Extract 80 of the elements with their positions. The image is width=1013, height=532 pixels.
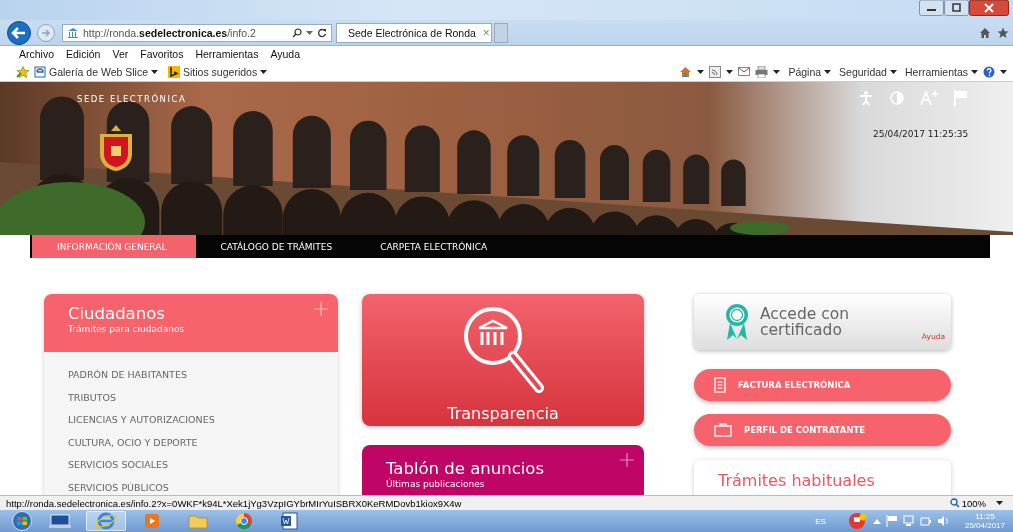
menu-item[interactable]: Edición	[66, 48, 101, 60]
command-menu[interactable]: Página	[788, 65, 832, 78]
command-label: Seguridad	[839, 65, 887, 78]
status-url: http://ronda.sedelectronica.es/info.2?x=0WKF*k94L*Xek1jYg3VzpIGYbrMIrYuISBRX0KeRMDovb1kiox9X4w	[6, 497, 463, 509]
print-icon[interactable]	[755, 65, 769, 78]
category-link[interactable]: SERVICIOS PÚBLICOS	[68, 480, 314, 495]
refresh-icon[interactable]	[317, 27, 327, 38]
caret-icon[interactable]	[824, 69, 832, 74]
address-url: http://ronda.sedelectronica.es/info.2	[83, 26, 257, 39]
transparencia-card[interactable]: Transparencia	[362, 294, 644, 426]
zoom-control[interactable]: 100%	[949, 497, 1003, 509]
back-button[interactable]	[6, 20, 34, 45]
tablon-card[interactable]: Tablón de anuncios Últimas publicaciones	[362, 445, 644, 495]
caret-icon[interactable]	[773, 69, 781, 74]
command-label: Página	[788, 65, 822, 78]
caret-icon[interactable]	[260, 69, 268, 74]
caret-icon[interactable]	[1000, 69, 1007, 74]
zoom-level: 100%	[961, 497, 986, 509]
search-icon[interactable]	[292, 27, 302, 38]
link-label: Sitios sugeridos	[183, 65, 258, 78]
building-icon	[67, 27, 79, 38]
menu-item[interactable]: Ver	[112, 48, 129, 60]
card-title: Trámites habituales	[718, 471, 875, 490]
category-link[interactable]: LICENCIAS Y AUTORIZACIONES	[68, 413, 314, 428]
favorites-link[interactable]: Sitios sugeridos	[168, 65, 268, 78]
category-link[interactable]: CULTURA, OCIO Y DEPORTE	[68, 435, 314, 450]
date-time: 25/04/2017 11:25:35	[873, 129, 969, 139]
favorites-link[interactable]: Galería de Web Slice	[34, 65, 159, 78]
help-icon[interactable]	[983, 65, 995, 78]
menu-item[interactable]: Herramientas	[195, 48, 259, 60]
nav-tab[interactable]: CATÁLOGO DE TRÁMITES	[196, 235, 357, 258]
category-link[interactable]: PADRÓN DE HABITANTES	[68, 368, 314, 383]
restore-button[interactable]	[944, 0, 969, 16]
close-button[interactable]	[969, 0, 1009, 16]
minimize-button[interactable]	[919, 0, 944, 16]
card-subtitle: Últimas publicaciones	[386, 479, 486, 489]
nav-tab[interactable]: CARPETA ELECTRÓNICA	[356, 235, 512, 258]
address-field[interactable]: http://ronda.sedelectronica.es/info.2	[62, 23, 332, 42]
caret-icon[interactable]	[726, 69, 734, 74]
document-icon	[714, 377, 726, 393]
caret-icon[interactable]	[151, 69, 159, 74]
card-title: Tablón de anuncios	[386, 459, 545, 478]
caret-icon[interactable]	[889, 69, 897, 74]
laptop-icon	[48, 511, 72, 531]
feed-icon[interactable]	[709, 65, 722, 78]
tab-title: Sede Electrónica de Ronda	[348, 26, 476, 39]
internet-explorer-icon	[94, 511, 118, 531]
zoom-icon	[949, 498, 960, 508]
card-label: Transparencia	[447, 404, 559, 423]
start-button[interactable]	[10, 511, 34, 531]
menu-item[interactable]: Ayuda	[270, 48, 301, 60]
link-label: Galería de Web Slice	[49, 65, 149, 78]
taskbar-app-button[interactable]	[86, 511, 126, 531]
menu-item[interactable]: Archivo	[19, 48, 54, 60]
card-title: Ciudadanos	[68, 304, 166, 323]
caret-icon[interactable]	[971, 69, 978, 74]
category-link[interactable]: TRIBUTOS	[68, 390, 314, 405]
caret-icon[interactable]	[996, 501, 1003, 505]
briefcase-icon	[714, 423, 732, 437]
category-link[interactable]: SERVICIOS SOCIALES	[68, 458, 314, 473]
star-icon[interactable]	[997, 26, 1009, 39]
browser-tab[interactable]: Sede Electrónica de Ronda ×	[336, 22, 492, 43]
certificate-title: Accede con certificado	[760, 306, 851, 338]
award-ribbon-icon	[724, 303, 750, 341]
speaker-icon[interactable]	[936, 515, 949, 527]
mail-icon[interactable]	[738, 66, 751, 77]
power-icon[interactable]	[919, 515, 932, 527]
card-subtitle: Trámites para ciudadanos	[68, 324, 186, 334]
site-title: SEDE ELECTRÓNICA	[77, 94, 187, 104]
tab-close-button[interactable]: ×	[480, 25, 492, 40]
favorites-star-icon[interactable]	[16, 65, 30, 78]
clock-date: 25/04/2017	[964, 521, 1005, 530]
command-menu[interactable]: Seguridad	[839, 65, 897, 78]
caret-icon[interactable]	[697, 69, 705, 74]
clock-time: 11:25	[975, 512, 995, 521]
home-icon[interactable]	[679, 65, 693, 78]
menu-item[interactable]: Favoritos	[140, 48, 184, 60]
flag-icon[interactable]	[885, 515, 898, 527]
page-icon	[34, 65, 46, 78]
home-icon[interactable]	[979, 26, 991, 39]
